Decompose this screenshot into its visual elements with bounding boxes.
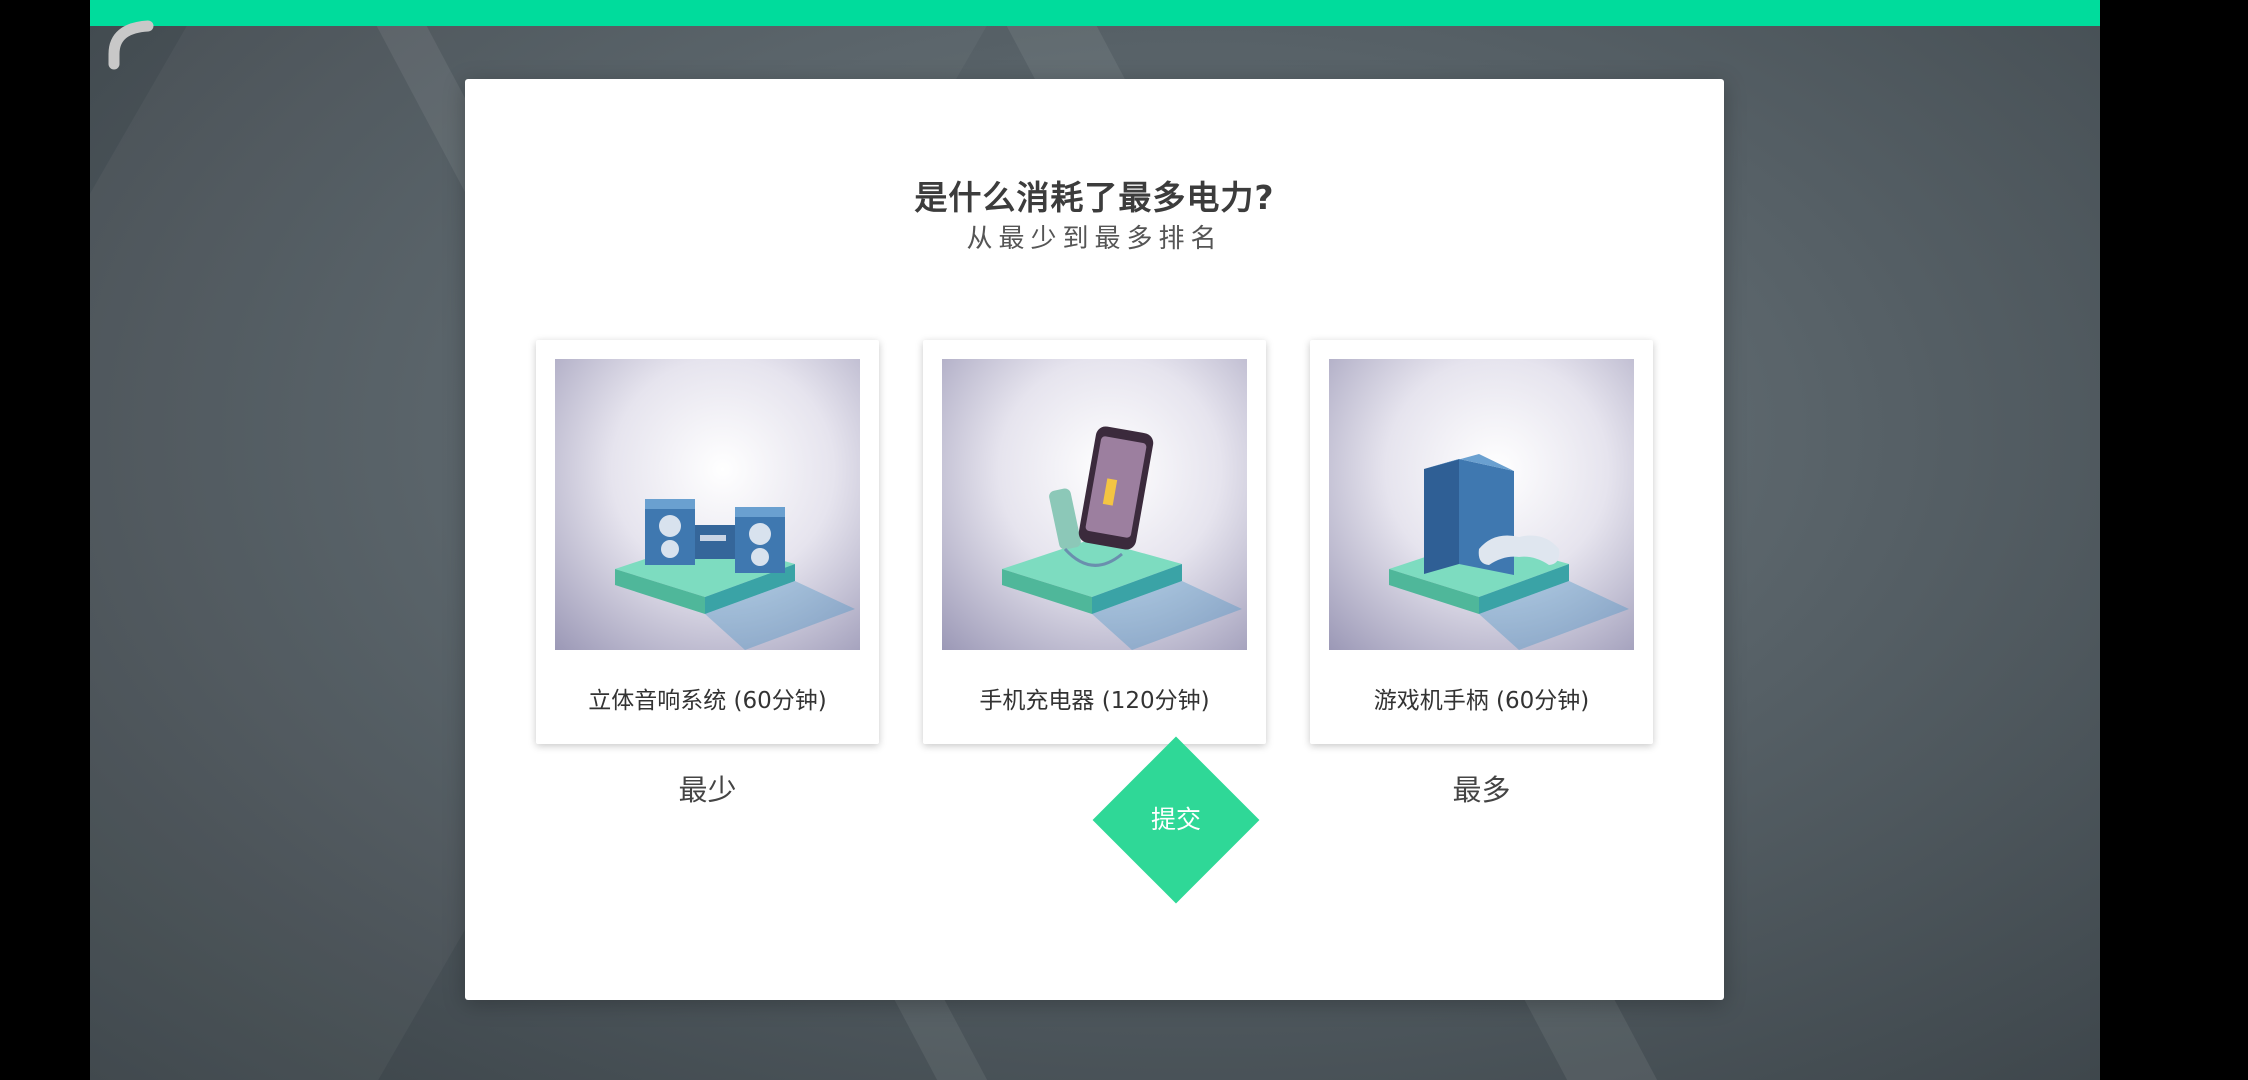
rank-label-most: 最多 xyxy=(1452,773,1511,807)
game-console-icon xyxy=(1329,359,1634,650)
question-panel: 是什么消耗了最多电力? 从最少到最多排名 立体音响系统 (60分钟) 手机充电器… xyxy=(465,79,1724,1000)
phone-charger-icon xyxy=(942,359,1247,650)
answer-card-game-console[interactable]: 游戏机手柄 (60分钟) xyxy=(1310,340,1653,744)
card-label: 游戏机手柄 (60分钟) xyxy=(1373,688,1590,714)
back-icon[interactable] xyxy=(102,14,162,74)
app-screen: 是什么消耗了最多电力? 从最少到最多排名 立体音响系统 (60分钟) 手机充电器… xyxy=(90,0,2100,1080)
question-subtitle: 从最少到最多排名 xyxy=(966,224,1223,254)
rank-label-least: 最少 xyxy=(678,773,737,807)
submit-button[interactable] xyxy=(1092,736,1260,904)
top-accent-bar xyxy=(90,0,2100,26)
stereo-system-icon xyxy=(555,359,860,650)
answer-card-stereo[interactable]: 立体音响系统 (60分钟) xyxy=(536,340,879,744)
answer-card-phone-charger[interactable]: 手机充电器 (120分钟) xyxy=(923,340,1266,744)
card-label: 立体音响系统 (60分钟) xyxy=(588,688,827,714)
question-title: 是什么消耗了最多电力? xyxy=(914,178,1275,217)
card-label: 手机充电器 (120分钟) xyxy=(979,688,1210,714)
